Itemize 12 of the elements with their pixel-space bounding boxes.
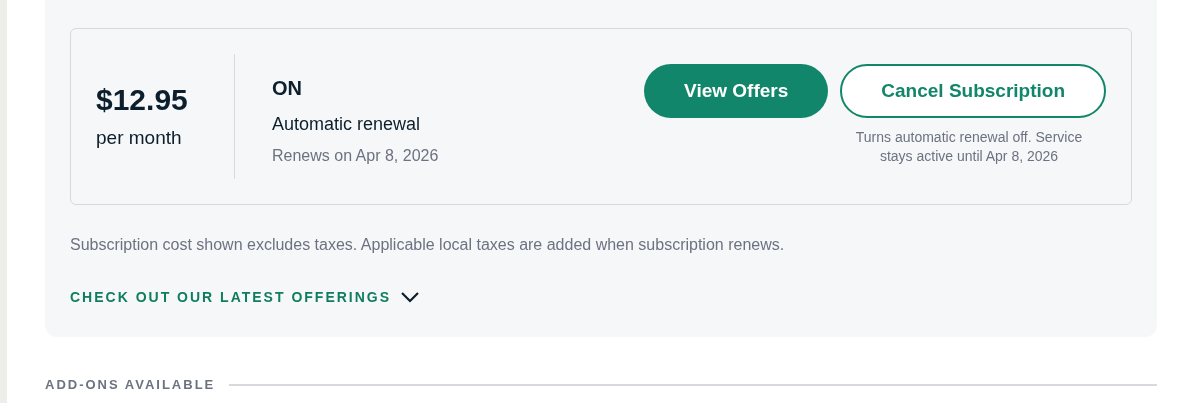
billing-period: per month [96, 126, 183, 150]
price: $12.95 [96, 81, 189, 118]
chevron-icon [401, 292, 420, 303]
cancel-subscription-button[interactable]: Cancel Subscription [840, 64, 1106, 118]
renewal-status: ON [272, 76, 303, 101]
offerings-link[interactable]: CHECK OUT OUR LATEST OFFERINGS [70, 287, 420, 308]
tax-note: Subscription cost shown excludes taxes. Applicable local taxes are added when subscription renews. [70, 235, 786, 255]
section-heading: ADD-ONS AVAILABLE [45, 376, 216, 394]
cancel-note: Turns automatic renewal off. Service stays active until Apr 8, 2026 [854, 128, 1084, 166]
renewal-label: Automatic renewal [272, 113, 422, 136]
renewal-date: Renews on Apr 8, 2026 [272, 146, 439, 166]
view-offers-button[interactable]: View Offers [644, 64, 829, 118]
